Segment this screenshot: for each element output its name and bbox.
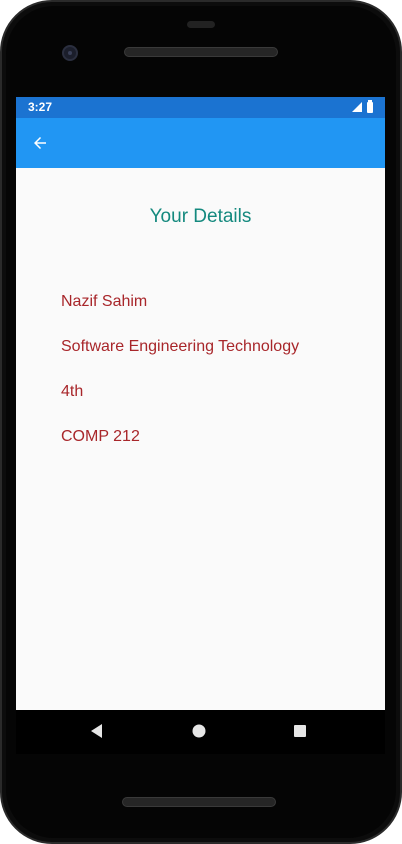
status-time: 3:27 xyxy=(28,100,53,114)
status-bar: 3:27 xyxy=(16,97,385,118)
detail-list: Nazif Sahim Software Engineering Technol… xyxy=(61,293,299,473)
detail-name: Nazif Sahim xyxy=(61,293,148,310)
phone-frame: 3:27 Your Details Nazif Sahim Software E… xyxy=(0,0,402,844)
battery-icon xyxy=(367,99,373,113)
navigation-bar xyxy=(16,710,385,754)
app-bar xyxy=(16,118,385,168)
detail-semester: 4th xyxy=(61,383,84,400)
back-button[interactable] xyxy=(28,131,52,155)
nav-back-button[interactable] xyxy=(90,723,104,739)
proximity-sensor xyxy=(187,21,215,28)
status-icons xyxy=(352,99,373,113)
arrow-left-icon xyxy=(34,137,46,149)
bottom-speaker xyxy=(122,797,276,807)
top-speaker xyxy=(124,47,278,57)
signal-icon xyxy=(352,102,362,112)
detail-course: COMP 212 xyxy=(61,428,140,445)
front-camera-icon xyxy=(62,45,78,61)
detail-program: Software Engineering Technology xyxy=(61,338,300,355)
page-title: Your Details xyxy=(149,206,252,227)
nav-home-button[interactable] xyxy=(192,724,206,738)
screen: 3:27 Your Details Nazif Sahim Software E… xyxy=(16,97,385,710)
nav-recents-button[interactable] xyxy=(294,725,306,737)
